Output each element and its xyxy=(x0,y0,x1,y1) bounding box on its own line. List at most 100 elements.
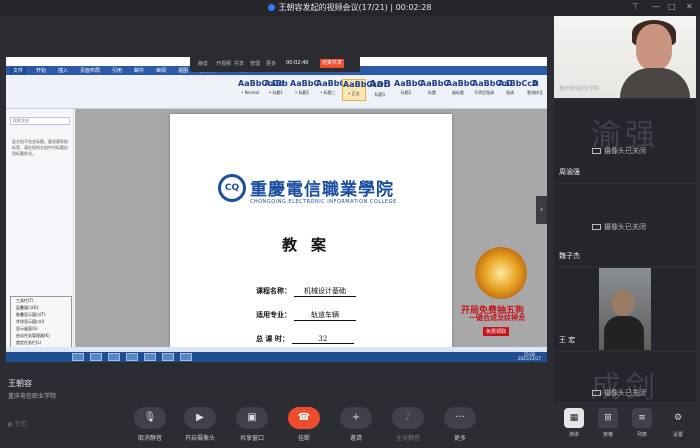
participant-name: 魏子杰 xyxy=(559,252,580,260)
menu-item[interactable]: 工具栏(T) xyxy=(11,297,71,304)
camera-off-icon: ▶ xyxy=(184,407,216,429)
taskbar-app-icon[interactable] xyxy=(162,353,174,361)
meeting-controls: 🎙 取消静音 ▶ 开启摄像头 ▣ 共享窗口 ☎ 挂断 + 邀请 ♪ 全员静音 ··· 更多 ▦… xyxy=(0,402,700,448)
more-button[interactable]: ··· 更多 xyxy=(436,407,484,445)
shared-screen[interactable]: 文件 开始 插入 页面布局 引用 邮件 审阅 视图 加载项 PDF工具 AaBb… xyxy=(6,57,547,362)
field-hours: 总 课 时： 32 xyxy=(256,334,354,344)
participant-tile[interactable]: 王 宏 xyxy=(554,268,696,350)
window-title: 王朝容发起的视频会议(17/21) | 00:02:28 xyxy=(0,2,700,13)
meeting-window: 王朝容发起的视频会议(17/21) | 00:02:28 ⊤ — □ ✕ 文件 … xyxy=(0,0,700,448)
menu-item[interactable]: 启动任务管理器(K) xyxy=(11,332,71,339)
gear-icon: ⚙ xyxy=(673,413,683,423)
college-name-cn: 重慶電信職業學院 xyxy=(250,180,394,200)
mic-off-icon: 🎙 xyxy=(134,407,166,429)
taskbar-app-icon[interactable] xyxy=(108,353,120,361)
ad-claim-button[interactable]: 免费领取 xyxy=(483,327,510,336)
style-heading2[interactable]: AaBbC • 标题2 xyxy=(290,79,319,101)
invite-icon: + xyxy=(340,407,372,429)
participant-tile[interactable]: 成剑 摄像头已关闭 xyxy=(554,352,696,402)
taskbar-app-icon[interactable] xyxy=(144,353,156,361)
participant-name: 王朝容 xyxy=(559,75,580,83)
document-title: 教案 xyxy=(281,236,340,254)
self-org: 重庆电信职业学院 xyxy=(8,393,57,400)
tab-insert[interactable]: 插入 xyxy=(58,67,68,74)
style-subtle-emphasis[interactable]: AaBbCcD 不明显强调 xyxy=(472,79,513,101)
toolbar-timer: 00:02:40 xyxy=(286,60,309,66)
style-heading3[interactable]: AaBbCcD • 标题三 xyxy=(316,79,357,101)
toolbar-more[interactable]: 更多 xyxy=(266,60,276,67)
toolbar-manage[interactable]: 管理 xyxy=(250,60,260,67)
share-window-icon: ▣ xyxy=(236,407,268,429)
share-window-button[interactable]: ▣ 共享窗口 xyxy=(228,407,276,445)
menu-item[interactable]: 锁定任务栏(L) xyxy=(11,339,71,346)
maximize-icon[interactable]: □ xyxy=(668,2,676,11)
style-emphasis[interactable]: AaBbCcD 强调 xyxy=(498,79,539,101)
list-view-icon: ≡ xyxy=(632,408,652,428)
camera-off-label: 摄像头已关闭 xyxy=(592,146,646,156)
camera-off-label: 摄像头已关闭 xyxy=(592,388,646,398)
speaker-view-button[interactable]: ▦ 演讲 xyxy=(560,408,588,444)
settings-button[interactable]: ⚙ 设置 xyxy=(664,408,692,444)
game-ad-popup[interactable]: 开局免费抽五狗 一键合成龙纹神龙 免费领取 xyxy=(461,247,545,347)
style-title1[interactable]: AaB 标题1 xyxy=(368,79,392,101)
field-major: 适用专业： 轨道车辆 xyxy=(256,310,356,321)
minimize-icon[interactable]: — xyxy=(652,2,660,11)
menu-item[interactable]: 堆叠显示窗口(T) xyxy=(11,311,71,318)
tab-view[interactable]: 视图 xyxy=(178,67,188,74)
ad-emblem-icon xyxy=(475,247,527,299)
stop-share-button[interactable]: 结束共享 xyxy=(320,59,345,68)
pin-icon[interactable]: ⊤ xyxy=(632,2,639,11)
toolbar-video[interactable]: 开视频 xyxy=(216,60,231,67)
tab-mailings[interactable]: 邮件 xyxy=(134,67,144,74)
tab-review[interactable]: 审阅 xyxy=(156,67,166,74)
taskbar-app-icon[interactable] xyxy=(126,353,138,361)
chevron-right-icon[interactable]: › xyxy=(536,196,547,224)
participant-tile[interactable]: 渝强 摄像头已关闭 周渝强 xyxy=(554,100,696,182)
close-icon[interactable]: ✕ xyxy=(686,2,693,11)
style-title[interactable]: AaBbC 标题 xyxy=(420,79,449,101)
self-info: 王朝容 重庆电信职业学院 xyxy=(8,378,56,400)
word-ribbon: AaBbCcDd • Normal AaBb • 标题1 AaBbC • 标题2 Aa… xyxy=(6,75,547,109)
participant-org: 重庆电信职业学院 xyxy=(559,86,600,92)
recording-icon xyxy=(268,4,276,11)
tab-layout[interactable]: 页面布局 xyxy=(80,67,100,74)
camera-off-label: 摄像头已关闭 xyxy=(592,222,646,232)
taskbar-app-icon[interactable] xyxy=(72,353,84,361)
toolbar-share[interactable]: 共享 xyxy=(234,60,244,67)
menu-item[interactable]: 显示桌面(S) xyxy=(11,325,71,332)
title-bar: 王朝容发起的视频会议(17/21) | 00:02:28 ⊤ — □ ✕ xyxy=(0,0,700,16)
menu-item[interactable]: 并排显示窗口(I) xyxy=(11,318,71,325)
menu-item[interactable]: 层叠窗口(D) xyxy=(11,304,71,311)
nav-search-input[interactable]: 搜索文档 xyxy=(10,117,70,125)
tab-references[interactable]: 引用 xyxy=(112,67,122,74)
grid-view-icon: ⊞ xyxy=(598,408,618,428)
tab-file[interactable]: 文件 xyxy=(10,67,27,74)
camera-off-icon xyxy=(592,390,601,396)
list-view-button[interactable]: ≡ 列表 xyxy=(628,408,656,444)
participant-tile[interactable]: 摄像头已关闭 魏子杰 xyxy=(554,184,696,266)
document-page[interactable]: CQ 重慶電信職業學院 CHONGQING ELECTRONIC INFORMA… xyxy=(170,114,452,347)
change-styles-button[interactable]: A 更改样式 xyxy=(524,79,546,101)
camera-off-icon xyxy=(592,224,601,230)
mute-all-button[interactable]: ♪ 全员静音 xyxy=(384,407,432,445)
unmute-button[interactable]: 🎙 取消静音 xyxy=(126,407,174,445)
grid-view-button[interactable]: ⊞ 宫格 xyxy=(594,408,622,444)
participant-tile[interactable]: 王朝容 重庆电信职业学院 xyxy=(554,16,696,98)
tab-home[interactable]: 开始 xyxy=(36,67,46,74)
college-name-en: CHONGQING ELECTRONIC INFORMATION COLLEGE xyxy=(250,199,397,205)
style-body[interactable]: AaBbCcD • 正文 xyxy=(342,79,384,101)
college-emblem-icon: CQ xyxy=(218,174,246,202)
toolbar-mute[interactable]: 静音 xyxy=(198,60,208,67)
style-title2[interactable]: AaBbC 标题2 xyxy=(394,79,423,101)
taskbar-word-icon[interactable] xyxy=(180,353,192,361)
college-logo: CQ 重慶電信職業學院 CHONGQING ELECTRONIC INFORMA… xyxy=(218,174,408,210)
mute-all-icon: ♪ xyxy=(392,407,424,429)
self-name: 王朝容 xyxy=(8,379,32,388)
style-heading1[interactable]: AaBb • 标题1 xyxy=(264,79,288,101)
taskbar-app-icon[interactable] xyxy=(90,353,102,361)
style-subtitle[interactable]: AaBbC 副标题 xyxy=(446,79,475,101)
camera-button[interactable]: ▶ 开启摄像头 xyxy=(176,407,224,445)
style-normal[interactable]: AaBbCcDd • Normal xyxy=(238,79,284,101)
invite-button[interactable]: + 邀请 xyxy=(332,407,380,445)
hangup-button[interactable]: ☎ 挂断 xyxy=(280,407,328,445)
